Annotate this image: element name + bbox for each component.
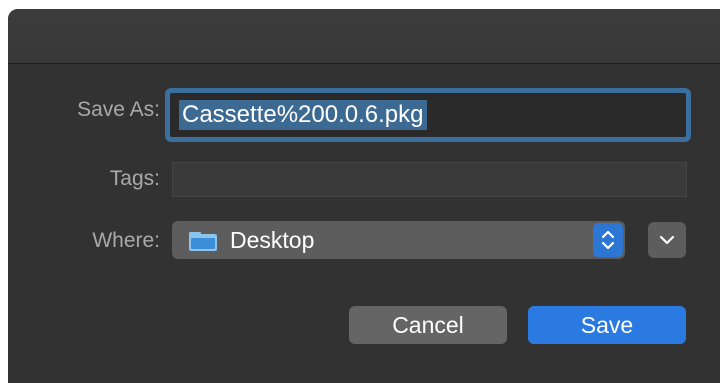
where-popup-button[interactable]: Desktop [172, 221, 625, 259]
save-as-field[interactable]: Cassette%200.0.6.pkg [170, 93, 686, 137]
tags-field[interactable] [172, 162, 687, 197]
chevron-up-down-icon [601, 230, 615, 250]
cancel-button[interactable]: Cancel [349, 306, 507, 344]
save-as-label: Save As: [77, 98, 160, 121]
save-as-focus-ring: Cassette%200.0.6.pkg [165, 88, 691, 142]
where-value: Desktop [230, 227, 315, 253]
where-label: Where: [92, 229, 160, 252]
location-stepper[interactable] [593, 223, 623, 257]
tags-label: Tags: [109, 167, 160, 190]
chevron-down-icon [659, 235, 675, 245]
folder-icon [189, 232, 217, 251]
filename-text: Cassette%200.0.6.pkg [179, 100, 427, 130]
expand-browser-button[interactable] [648, 222, 686, 258]
save-button[interactable]: Save [528, 306, 686, 344]
dialog-titlebar [8, 9, 720, 64]
save-dialog: Save As: Cassette%200.0.6.pkg Tags: Wher… [8, 9, 720, 383]
